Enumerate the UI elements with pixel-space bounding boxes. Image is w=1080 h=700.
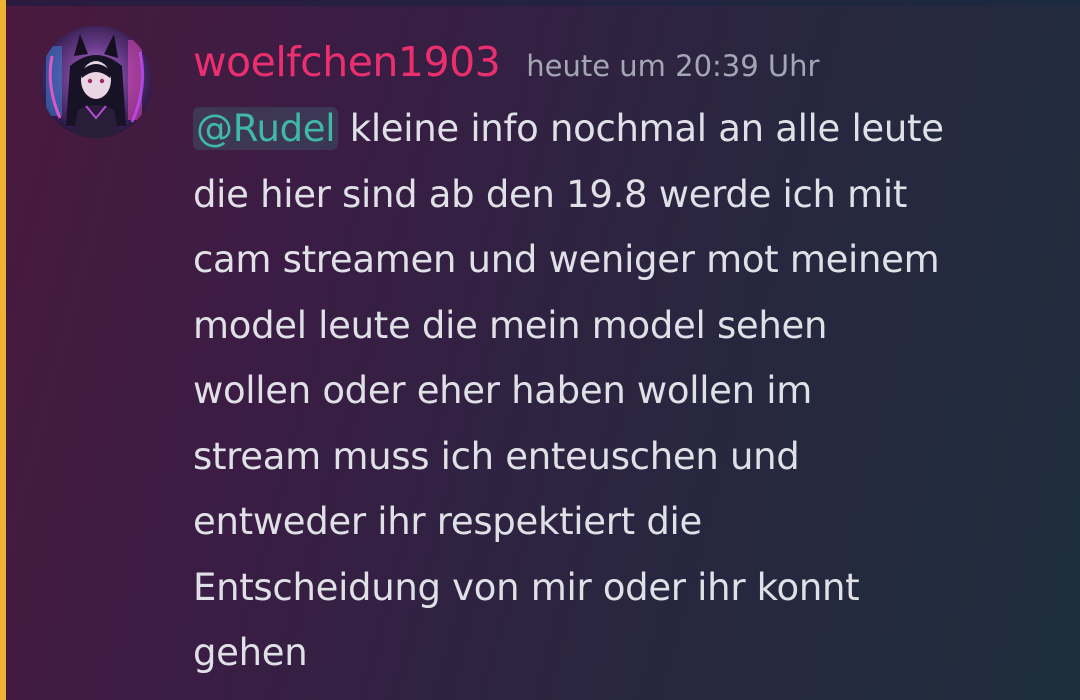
role-mention[interactable]: @Rudel xyxy=(193,107,339,150)
message-line: wollen oder eher haben wollen im xyxy=(193,369,812,412)
message-text: kleine info nochmal an alle leute xyxy=(338,107,944,150)
message-line: die hier sind ab den 19.8 werde ich mit xyxy=(193,172,908,216)
message-header: woelfchen1903 heute um 20:39 Uhr xyxy=(193,38,819,88)
message-line: cam streamen und weniger mot meinem xyxy=(193,238,940,281)
message-line: @Rudel kleine info nochmal an alle leute xyxy=(193,96,1063,162)
message-line: gehen xyxy=(193,631,308,674)
user-avatar[interactable] xyxy=(40,26,152,138)
mention-highlight-bar xyxy=(0,0,6,700)
chat-message: woelfchen1903 heute um 20:39 Uhr @Rudel … xyxy=(0,0,1080,700)
avatar-icon xyxy=(40,26,152,138)
message-line: entweder ihr respektiert die xyxy=(193,500,702,543)
message-content: @Rudel kleine info nochmal an alle leute… xyxy=(193,96,1063,686)
message-timestamp: heute um 20:39 Uhr xyxy=(526,49,820,83)
top-divider xyxy=(0,0,1080,6)
username[interactable]: woelfchen1903 xyxy=(193,38,501,86)
message-line: stream muss ich enteuschen und xyxy=(193,434,800,478)
message-line: model leute die mein model sehen xyxy=(193,303,828,347)
message-line: Entscheidung von mir oder ihr konnt xyxy=(193,565,860,609)
